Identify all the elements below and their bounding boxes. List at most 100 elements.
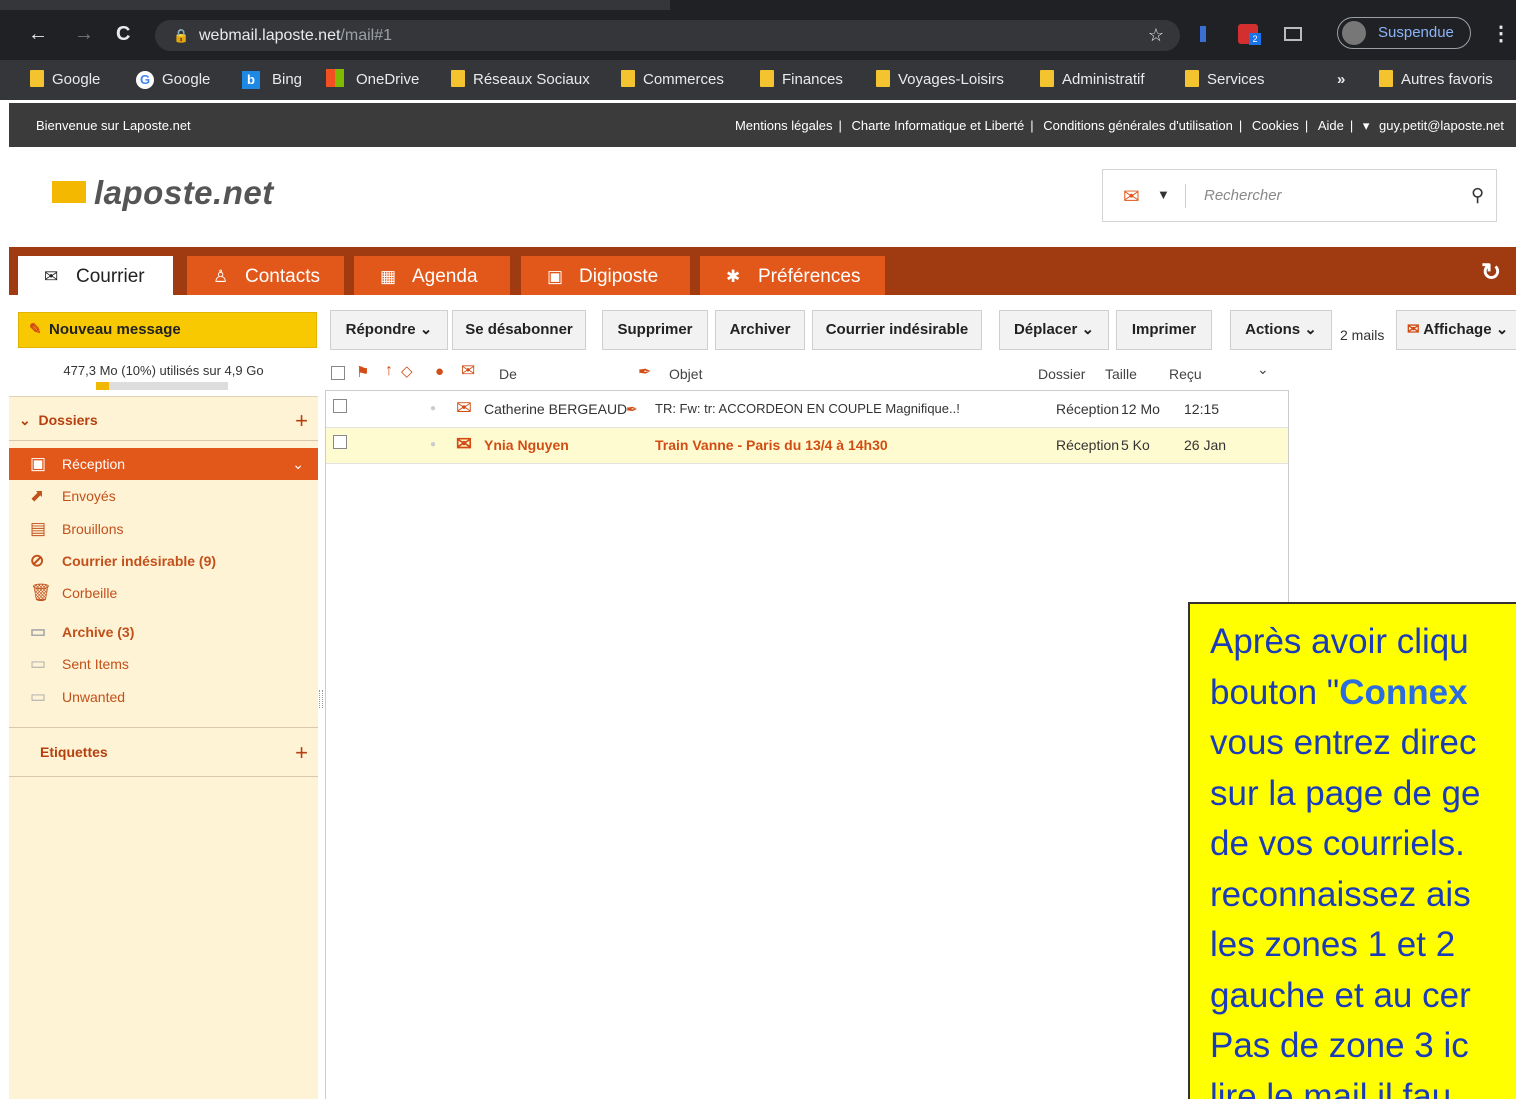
folder-unwanted[interactable]: ▭ Unwanted xyxy=(9,681,318,713)
bookmark-reseaux[interactable]: Réseaux Sociaux xyxy=(451,69,590,91)
note-text: bouton " xyxy=(1210,672,1340,712)
tab-digiposte[interactable]: ▣ Digiposte xyxy=(521,256,690,295)
back-icon[interactable]: ← xyxy=(28,22,48,46)
more-bookmarks[interactable]: » xyxy=(1337,69,1345,91)
tab-preferences[interactable]: ✱ Préférences xyxy=(700,256,885,295)
table-row[interactable]: ● ✉ Ynia Nguyen Train Vanne - Paris du 1… xyxy=(326,428,1288,464)
row-checkbox[interactable] xyxy=(333,435,347,449)
bookmark-finances[interactable]: Finances xyxy=(760,69,843,91)
move-button[interactable]: Déplacer ⌄ xyxy=(999,310,1109,350)
delete-button[interactable]: Supprimer xyxy=(602,310,708,350)
lock-icon: 🔒 xyxy=(173,28,190,43)
chevron-down-icon[interactable]: ⌄ xyxy=(1257,361,1269,378)
mail-filter-icon[interactable]: ✉ xyxy=(1123,184,1140,209)
add-label-icon[interactable]: + xyxy=(295,740,308,766)
link-mentions[interactable]: Mentions légales xyxy=(735,118,833,133)
resize-handle[interactable] xyxy=(319,690,323,708)
folder-label: Archive (3) xyxy=(62,624,135,640)
reply-button[interactable]: Répondre ⌄ xyxy=(330,310,448,350)
flag-icon[interactable]: ⚑ xyxy=(356,363,369,381)
forward-icon[interactable]: → xyxy=(74,22,94,46)
folder-brouillons[interactable]: ▤ Brouillons xyxy=(9,513,318,545)
tab-courrier[interactable]: ✉ Courrier xyxy=(18,256,173,295)
envelope-logo-icon xyxy=(52,181,86,203)
add-folder-icon[interactable]: + xyxy=(295,408,308,434)
folder-envoyes[interactable]: ⬈ Envoyés xyxy=(9,480,318,512)
star-icon[interactable]: ☆ xyxy=(1148,20,1164,51)
url-path: /mail#1 xyxy=(340,27,392,44)
user-menu[interactable]: ▾ guy.petit@laposte.net xyxy=(1363,118,1510,133)
row-checkbox[interactable] xyxy=(333,399,347,413)
search-icon[interactable]: ⚲ xyxy=(1471,185,1484,206)
junk-button[interactable]: Courrier indésirable xyxy=(812,310,982,350)
unsubscribe-button[interactable]: Se désabonner xyxy=(452,310,586,350)
inbox-icon: ▣ xyxy=(30,454,47,473)
table-row[interactable]: ● ✉ Catherine BERGEAUD ✒ TR: Fw: tr: ACC… xyxy=(326,392,1288,428)
chevron-down-icon[interactable]: ⌄ xyxy=(292,448,304,480)
bookmark-google-2[interactable]: G Google xyxy=(136,69,210,91)
unread-dot-icon[interactable]: ● xyxy=(435,363,444,380)
bookmark-services[interactable]: Services xyxy=(1185,69,1265,91)
refresh-icon[interactable]: ↻ xyxy=(1481,258,1501,287)
select-all-checkbox[interactable] xyxy=(331,366,345,380)
tab-agenda[interactable]: ▦ Agenda xyxy=(354,256,510,295)
bookmark-voyages[interactable]: Voyages-Loisirs xyxy=(876,69,1004,91)
col-received[interactable]: Reçu xyxy=(1169,366,1202,382)
attachment-icon[interactable]: ✒ xyxy=(638,362,651,382)
col-size[interactable]: Taille xyxy=(1105,366,1137,382)
menu-icon[interactable]: ⋮ xyxy=(1491,22,1511,46)
folder-corbeille[interactable]: 🗑 Corbeille xyxy=(9,577,318,609)
link-charte[interactable]: Charte Informatique et Liberté xyxy=(852,118,1025,133)
junk-label: Courrier indésirable xyxy=(825,321,969,338)
col-from[interactable]: De xyxy=(499,366,517,382)
bookmark-other[interactable]: Autres favoris xyxy=(1379,69,1493,91)
bookmark-label: Administratif xyxy=(1062,71,1145,88)
move-label: Déplacer xyxy=(1013,321,1078,338)
tab-label: Digiposte xyxy=(579,266,659,287)
bookmark-google-1[interactable]: Google xyxy=(30,69,100,91)
logo-text: laposte.net xyxy=(94,174,274,211)
extension-red-icon[interactable]: 2 xyxy=(1238,24,1261,45)
logo[interactable]: laposte.net xyxy=(52,174,274,212)
folders-header[interactable]: ⌄ Dossiers + xyxy=(9,408,318,433)
folder-reception[interactable]: ▣ Réception ⌄ xyxy=(9,448,318,480)
bookmark-label: Finances xyxy=(782,71,843,88)
search-input[interactable]: Rechercher xyxy=(1204,187,1282,204)
link-aide[interactable]: Aide xyxy=(1318,118,1344,133)
folder-sent-items[interactable]: ▭ Sent Items xyxy=(9,648,318,680)
address-bar[interactable]: 🔒 webmail.laposte.net/mail#1 ☆ xyxy=(155,20,1180,51)
envelope-icon[interactable]: ✉ xyxy=(461,361,475,381)
note-line: lire le mail il fau xyxy=(1210,1076,1452,1099)
bookmark-label: Voyages-Loisirs xyxy=(898,71,1004,88)
divider xyxy=(9,776,318,777)
bookmark-label: Bing xyxy=(272,71,303,88)
reload-icon[interactable]: C xyxy=(116,22,130,46)
window-icon[interactable] xyxy=(1284,27,1302,41)
display-button[interactable]: ✉ Affichage ⌄ xyxy=(1396,310,1516,350)
folder-junk[interactable]: ⊘ Courrier indésirable (9) xyxy=(9,545,318,577)
link-conditions[interactable]: Conditions générales d'utilisation xyxy=(1043,118,1233,133)
priority-icon[interactable]: ↑ xyxy=(385,362,393,380)
read-dot-icon[interactable]: ● xyxy=(430,403,436,414)
extension-icon[interactable] xyxy=(1200,26,1206,42)
new-message-button[interactable]: ✎ Nouveau message xyxy=(18,312,317,348)
read-dot-icon[interactable]: ● xyxy=(430,439,436,450)
bookmark-onedrive[interactable]: OneDrive xyxy=(326,69,419,91)
bookmark-administratif[interactable]: Administratif xyxy=(1040,69,1145,91)
tag-icon[interactable]: ◇ xyxy=(401,362,413,380)
folder-archive[interactable]: ▭ Archive (3) xyxy=(9,616,318,648)
profile-button[interactable]: Suspendue xyxy=(1337,17,1471,49)
actions-button[interactable]: Actions ⌄ xyxy=(1230,310,1332,350)
folder-label: Corbeille xyxy=(62,585,118,601)
bookmark-commerces[interactable]: Commerces xyxy=(621,69,724,91)
link-cookies[interactable]: Cookies xyxy=(1252,118,1299,133)
col-subject[interactable]: Objet xyxy=(669,366,702,382)
col-folder[interactable]: Dossier xyxy=(1038,366,1085,382)
tab-contacts[interactable]: ♙ Contacts xyxy=(187,256,344,295)
archive-button[interactable]: Archiver xyxy=(715,310,805,350)
site-top-bar: Bienvenue sur Laposte.net Mentions légal… xyxy=(9,103,1516,147)
labels-header[interactable]: Etiquettes + xyxy=(9,740,318,765)
chevron-down-icon[interactable]: ▼ xyxy=(1157,187,1170,202)
print-button[interactable]: Imprimer xyxy=(1116,310,1212,350)
bookmark-bing[interactable]: b Bing xyxy=(242,69,302,91)
